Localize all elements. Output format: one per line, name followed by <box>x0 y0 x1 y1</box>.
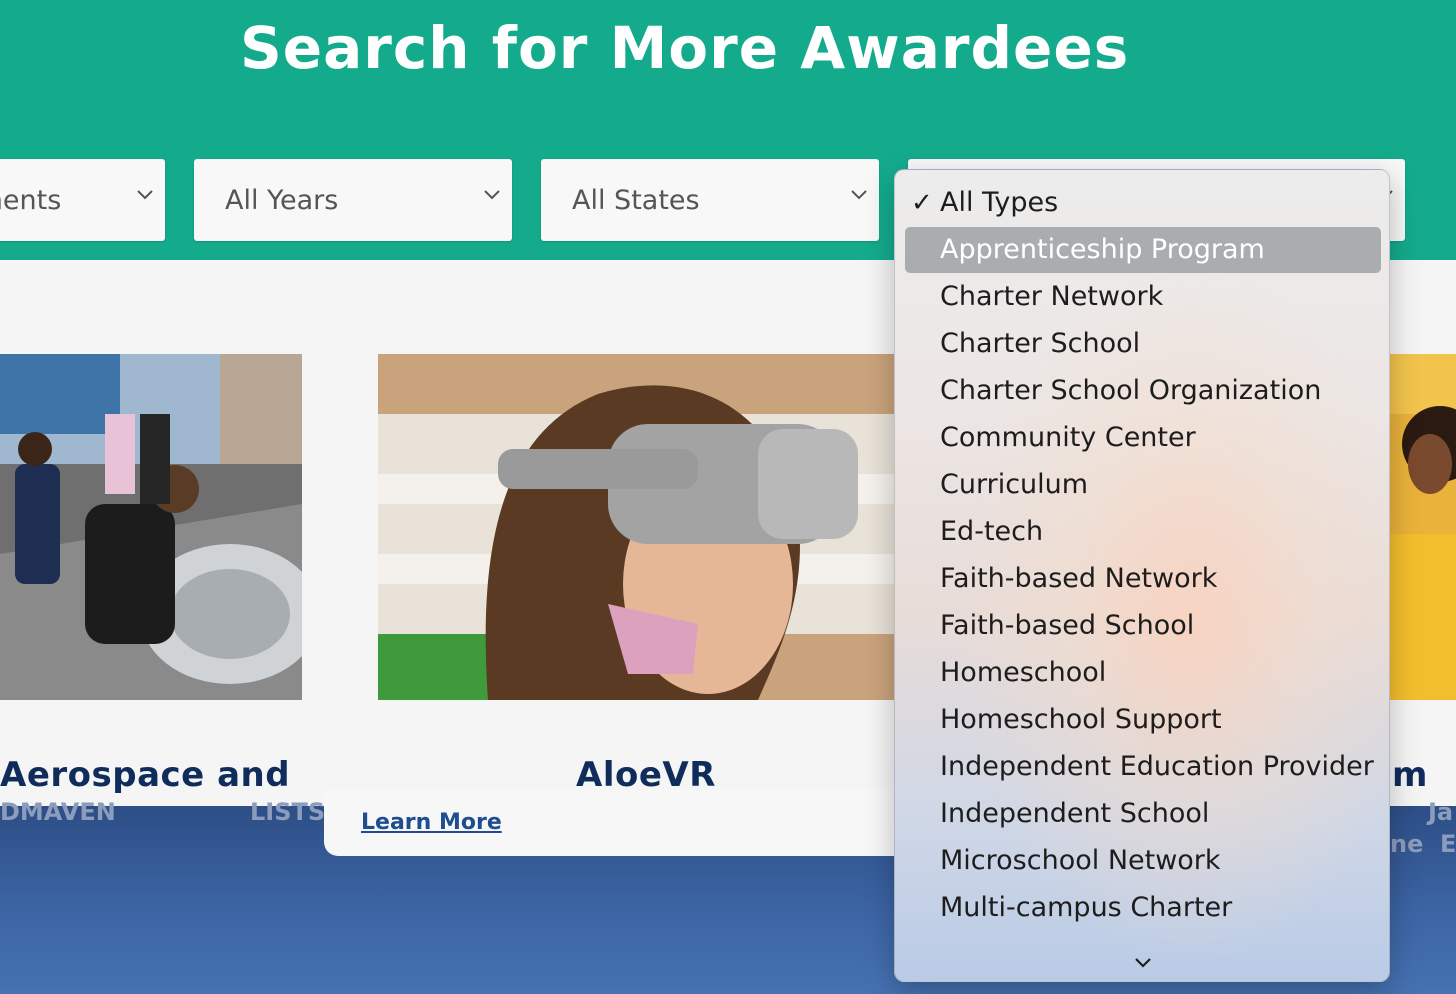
awardee-card-title[interactable]: AloeVR <box>576 755 716 795</box>
types-menu-option[interactable]: Microschool Network <box>905 838 1381 884</box>
aloevr-card-image[interactable] <box>378 354 898 700</box>
checkmark-icon: ✓ <box>911 188 933 218</box>
types-menu-option-label: Charter School Organization <box>940 375 1322 406</box>
types-menu-option[interactable]: ✓ All Types <box>905 180 1381 226</box>
types-menu-option[interactable]: Homeschool <box>905 650 1381 696</box>
chevron-down-icon <box>484 190 500 204</box>
learn-more-link[interactable]: Learn More <box>361 810 502 835</box>
chevron-down-icon <box>137 190 153 204</box>
years-filter-select[interactable]: All Years <box>194 159 512 241</box>
achievements-filter-select[interactable]: ements <box>0 159 165 241</box>
chevron-down-icon <box>851 190 867 204</box>
types-menu-option-label: Apprenticeship Program <box>940 234 1265 265</box>
awardee-card-title[interactable]: m <box>1392 755 1428 795</box>
types-menu-option[interactable]: Charter School Organization <box>905 368 1381 414</box>
footer-text: DMAVEN <box>0 798 116 826</box>
types-menu-option-label: Charter School <box>940 328 1141 359</box>
types-menu-option-label: Homeschool Support <box>940 704 1222 735</box>
awardee-card-title[interactable]: Aerospace and <box>0 755 290 795</box>
types-menu-option[interactable]: Community Center <box>905 415 1381 461</box>
types-menu-option[interactable]: Independent Education Provider <box>905 744 1381 790</box>
learn-more-card: Learn More <box>324 790 914 856</box>
types-menu-option-label: Multi-campus Charter <box>940 892 1233 923</box>
types-menu-option[interactable]: Homeschool Support <box>905 697 1381 743</box>
aerospace-card-image[interactable] <box>0 354 302 700</box>
types-menu-option[interactable]: Ed-tech <box>905 509 1381 555</box>
years-filter-value: All Years <box>225 184 339 216</box>
types-menu-option-label: Microschool Network <box>940 845 1221 876</box>
chevron-down-icon[interactable] <box>1133 955 1153 969</box>
types-menu-option-label: Independent Education Provider <box>940 751 1374 782</box>
page-title: Search for More Awardees <box>240 14 1130 82</box>
footer-text: Ja <box>1428 798 1454 826</box>
types-menu-option-label: Curriculum <box>940 469 1089 500</box>
types-menu-option[interactable]: Curriculum <box>905 462 1381 508</box>
footer-text: LISTS <box>250 798 326 826</box>
types-menu-option[interactable]: Charter Network <box>905 274 1381 320</box>
types-menu-option-label: Ed-tech <box>940 516 1044 547</box>
types-menu-option[interactable]: Multi-campus Charter <box>905 885 1381 931</box>
graduation-card-image[interactable] <box>1390 354 1456 700</box>
types-menu-option[interactable]: Faith-based Network <box>905 556 1381 602</box>
achievements-filter-value: ements <box>0 184 62 216</box>
states-filter-value: All States <box>572 184 700 216</box>
types-menu-option[interactable]: Charter School <box>905 321 1381 367</box>
types-menu-option-label: Charter Network <box>940 281 1164 312</box>
footer-text: ne <box>1390 830 1424 858</box>
types-menu-option-label: Faith-based Network <box>940 563 1218 594</box>
footer-text: E <box>1440 830 1456 858</box>
types-dropdown-menu[interactable]: ✓ All Types Apprenticeship Program Charter … <box>894 169 1390 982</box>
types-menu-option-label: All Types <box>940 187 1059 218</box>
types-menu-option-label: Faith-based School <box>940 610 1195 641</box>
types-menu-option-label: Independent School <box>940 798 1210 829</box>
types-menu-option[interactable]: Apprenticeship Program <box>905 227 1381 273</box>
states-filter-select[interactable]: All States <box>541 159 879 241</box>
types-menu-option[interactable]: Independent School <box>905 791 1381 837</box>
types-menu-option[interactable]: Faith-based School <box>905 603 1381 649</box>
types-menu-option-label: Community Center <box>940 422 1196 453</box>
types-menu-option-label: Homeschool <box>940 657 1107 688</box>
